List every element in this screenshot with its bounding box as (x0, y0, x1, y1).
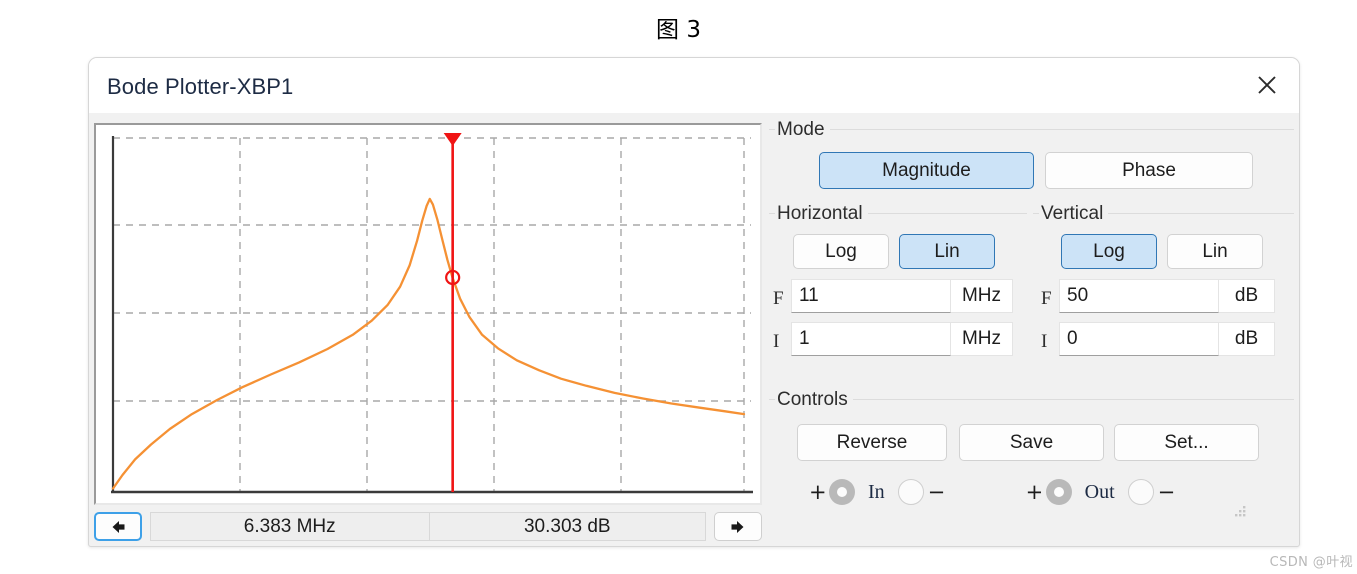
horizontal-log-button[interactable]: Log (793, 234, 889, 269)
in-positive-jack[interactable] (829, 479, 855, 505)
horizontal-final-input[interactable]: 11 (791, 279, 951, 313)
out-plus-sign: + (1025, 480, 1044, 504)
out-negative-jack[interactable] (1127, 479, 1154, 505)
magnitude-trace (111, 197, 746, 490)
settings-panel: Mode Magnitude Phase Horizontal Log Lin … (765, 120, 1295, 545)
window-titlebar: Bode Plotter-XBP1 (89, 58, 1299, 113)
vertical-initial-label: I (1041, 331, 1048, 352)
reverse-button[interactable]: Reverse (797, 424, 947, 461)
plot-canvas[interactable] (99, 128, 757, 500)
in-terminal-label: In (868, 480, 885, 503)
horizontal-initial-label: I (773, 331, 780, 352)
plot-panel (94, 123, 762, 505)
in-minus-sign: − (927, 480, 946, 504)
watermark: CSDN @叶视 (1269, 555, 1353, 570)
vertical-final-label: F (1041, 288, 1052, 309)
resize-grip-icon[interactable] (1233, 505, 1247, 524)
controls-group-label: Controls (775, 390, 853, 409)
horizontal-initial-input[interactable]: 1 (791, 322, 951, 356)
out-terminal-group: + Out − (1025, 479, 1176, 505)
horizontal-group-label: Horizontal (775, 204, 868, 223)
readout-bar: 6.383 MHz 30.303 dB (94, 510, 762, 543)
horizontal-lin-button[interactable]: Lin (899, 234, 995, 269)
mode-group-label: Mode (775, 120, 830, 139)
vertical-initial-input[interactable]: 0 (1059, 322, 1219, 356)
vertical-group: Vertical Log Lin F 50 dB I 0 dB (1033, 204, 1294, 384)
set-button[interactable]: Set... (1114, 424, 1259, 461)
magnitude-plot (111, 133, 753, 494)
in-negative-jack[interactable] (897, 479, 924, 505)
controls-group: Controls Reverse Save Set... (769, 390, 1294, 470)
in-terminal-group: + In − (809, 479, 946, 505)
vertical-initial-unit[interactable]: dB (1219, 322, 1275, 356)
plot-gridlines (113, 137, 751, 492)
horizontal-final-unit[interactable]: MHz (951, 279, 1013, 313)
in-plus-sign: + (809, 480, 827, 504)
horizontal-initial-unit[interactable]: MHz (951, 322, 1013, 356)
vertical-final-unit[interactable]: dB (1219, 279, 1275, 313)
cursor-line[interactable] (443, 133, 462, 492)
mode-group: Mode Magnitude Phase (769, 120, 1294, 198)
out-terminal-label: Out (1084, 480, 1115, 503)
out-minus-sign: − (1157, 480, 1176, 504)
vertical-final-input[interactable]: 50 (1059, 279, 1219, 313)
vertical-lin-button[interactable]: Lin (1167, 234, 1263, 269)
vertical-group-label: Vertical (1039, 204, 1109, 223)
cursor-frequency-readout: 6.383 MHz (149, 512, 430, 541)
figure-caption: 图 3 (656, 17, 701, 43)
plot-axes (111, 136, 753, 494)
arrow-left-icon[interactable] (94, 512, 142, 541)
close-icon[interactable] (1241, 60, 1293, 110)
plot-frame (94, 123, 762, 505)
arrow-right-icon[interactable] (714, 512, 762, 541)
window-title: Bode Plotter-XBP1 (107, 74, 294, 99)
phase-button[interactable]: Phase (1045, 152, 1253, 189)
bode-plotter-window: Bode Plotter-XBP1 6.383 MHz 30.303 dB Mo… (88, 57, 1300, 547)
vertical-log-button[interactable]: Log (1061, 234, 1157, 269)
cursor-gain-readout: 30.303 dB (428, 512, 707, 541)
out-positive-jack[interactable] (1045, 479, 1072, 505)
terminals-row: + In − + Out − (769, 472, 1294, 512)
save-button[interactable]: Save (959, 424, 1104, 461)
horizontal-group: Horizontal Log Lin F 11 MHz I 1 MHz (769, 204, 1027, 384)
magnitude-button[interactable]: Magnitude (819, 152, 1034, 189)
horizontal-final-label: F (773, 288, 784, 309)
